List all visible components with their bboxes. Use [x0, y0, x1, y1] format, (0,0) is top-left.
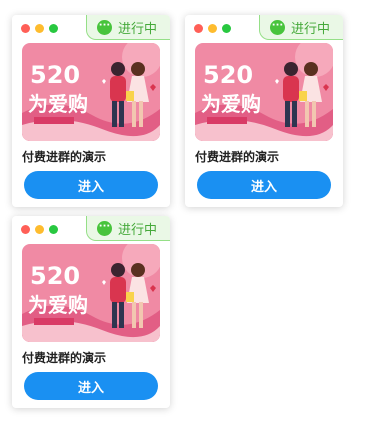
- group-card[interactable]: ··· 进行中 520 为爱购 付费进群的演示 进入: [12, 15, 170, 207]
- chat-bubble-icon: ···: [97, 19, 112, 35]
- close-dot-icon: [21, 24, 30, 33]
- enter-button[interactable]: 进入: [197, 171, 331, 199]
- chat-bubble-icon: ···: [270, 19, 285, 35]
- window-controls: [21, 225, 58, 234]
- group-card[interactable]: ··· 进行中 520 为爱购 付费进群的演示 进入: [185, 15, 343, 207]
- status-badge: ··· 进行中: [86, 15, 170, 40]
- card-title: 付费进群的演示: [22, 150, 107, 164]
- minimize-dot-icon: [208, 24, 217, 33]
- chat-bubble-icon: ···: [97, 220, 112, 236]
- status-label: 进行中: [291, 21, 331, 37]
- poster-text-bottom: 为爱购: [28, 92, 88, 116]
- poster-illustration: 520 为爱购: [22, 43, 160, 141]
- poster-illustration: 520 为爱购: [195, 43, 333, 141]
- poster-image: 520 为爱购: [22, 43, 160, 141]
- poster-image: 520 为爱购: [22, 244, 160, 342]
- poster-text-top: 520: [30, 61, 80, 89]
- poster-text-top: 520: [30, 262, 80, 290]
- maximize-dot-icon: [222, 24, 231, 33]
- minimize-dot-icon: [35, 24, 44, 33]
- maximize-dot-icon: [49, 24, 58, 33]
- poster-text-bottom: 为爱购: [28, 293, 88, 317]
- status-label: 进行中: [118, 21, 158, 37]
- group-card[interactable]: ··· 进行中 520 为爱购 付费进群的演示 进入: [12, 216, 170, 408]
- status-label: 进行中: [118, 222, 158, 238]
- window-controls: [194, 24, 231, 33]
- status-badge: ··· 进行中: [86, 216, 170, 241]
- window-controls: [21, 24, 58, 33]
- card-title: 付费进群的演示: [195, 150, 280, 164]
- poster-image: 520 为爱购: [195, 43, 333, 141]
- enter-button[interactable]: 进入: [24, 372, 158, 400]
- poster-text-top: 520: [203, 61, 253, 89]
- status-badge: ··· 进行中: [259, 15, 343, 40]
- minimize-dot-icon: [35, 225, 44, 234]
- poster-illustration: 520 为爱购: [22, 244, 160, 342]
- close-dot-icon: [194, 24, 203, 33]
- card-title: 付费进群的演示: [22, 351, 107, 365]
- close-dot-icon: [21, 225, 30, 234]
- poster-text-bottom: 为爱购: [201, 92, 261, 116]
- enter-button[interactable]: 进入: [24, 171, 158, 199]
- maximize-dot-icon: [49, 225, 58, 234]
